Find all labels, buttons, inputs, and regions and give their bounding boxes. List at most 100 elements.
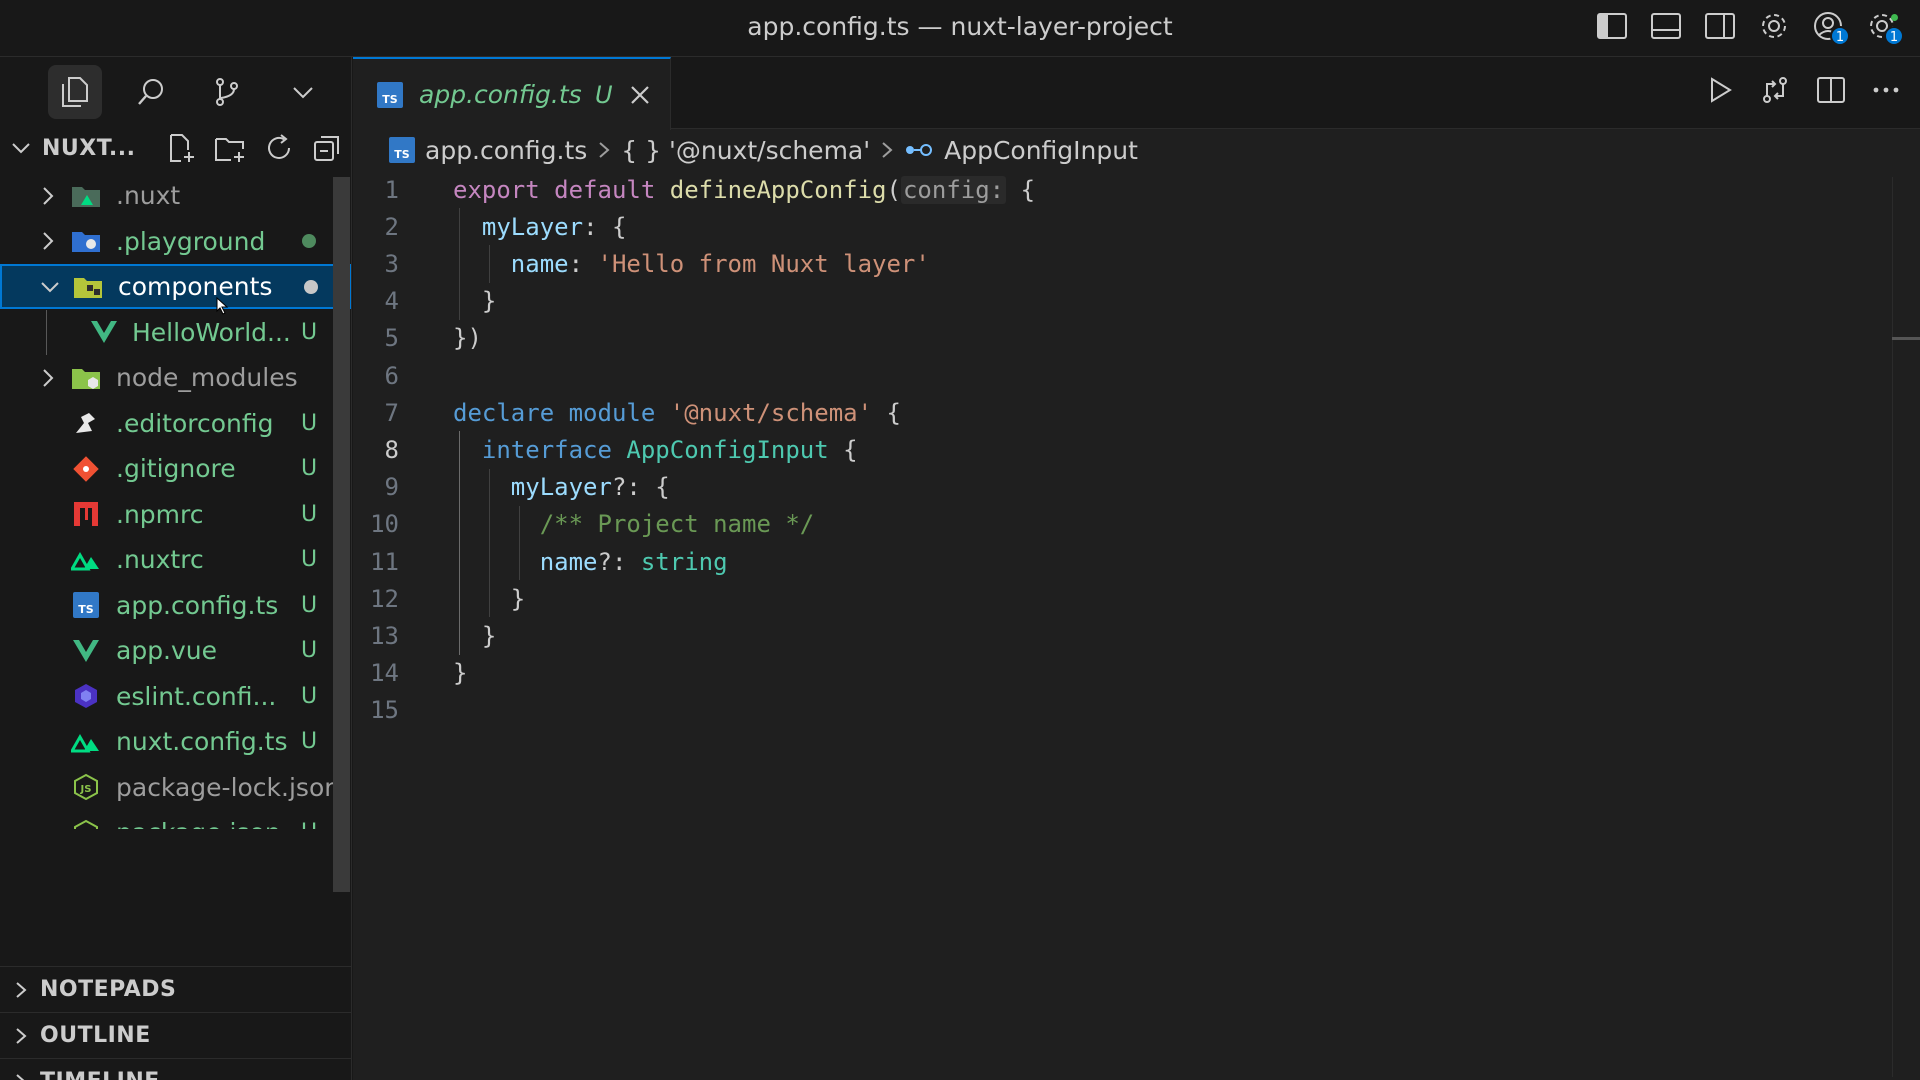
minimap[interactable] <box>1892 177 1920 1077</box>
tree-item-components[interactable]: components <box>0 264 351 315</box>
indent-guide <box>46 309 47 355</box>
code-line[interactable]: 13 } <box>353 617 1893 654</box>
section-notepads[interactable]: NOTEPADS <box>0 966 352 1012</box>
line-number: 9 <box>384 473 399 502</box>
nuxt-folder-icon <box>70 180 102 212</box>
chevron-down-icon[interactable] <box>10 137 32 159</box>
search-icon[interactable] <box>124 65 178 119</box>
tree-item-playground[interactable]: .playground <box>0 219 351 264</box>
new-folder-icon[interactable] <box>214 133 246 163</box>
tree-item-npmrc[interactable]: .npmrc U <box>0 492 351 537</box>
line-number: 1 <box>384 175 399 204</box>
new-file-icon[interactable] <box>166 133 196 163</box>
chevron-right-icon <box>16 1027 27 1044</box>
gear-icon[interactable] <box>1756 8 1792 44</box>
nuxt-icon <box>70 544 102 576</box>
tree-item-label: .npmrc <box>116 499 204 529</box>
close-icon[interactable] <box>626 81 654 109</box>
collapse-all-icon[interactable] <box>312 133 342 163</box>
svg-text:TS: TS <box>78 603 94 616</box>
line-number: 14 <box>370 659 399 688</box>
chevron-right-icon[interactable] <box>38 368 58 388</box>
chevron-right-icon[interactable] <box>38 186 58 206</box>
indent-guide <box>489 245 490 283</box>
code-text: export default defineAppConfig(config: { <box>453 175 1036 204</box>
chevron-right-icon <box>882 142 893 158</box>
nodejs-icon: JS <box>70 771 102 803</box>
tree-item-app-vue[interactable]: app.vue U <box>0 628 351 673</box>
interface-symbol-icon <box>906 144 933 156</box>
code-line[interactable]: 6 <box>353 357 1893 394</box>
split-editor-icon[interactable] <box>1816 76 1846 104</box>
breadcrumb-file[interactable]: app.config.ts <box>425 136 587 165</box>
chevron-down-icon[interactable] <box>40 277 60 297</box>
title-bar: app.config.ts — nuxt-layer-project 1 1 <box>0 0 1920 57</box>
code-text: myLayer?: { <box>510 473 670 502</box>
tree-item-helloworld[interactable]: HelloWorld... U <box>0 309 351 355</box>
chevron-down-icon[interactable] <box>276 65 330 119</box>
sidebar-scrollbar[interactable] <box>333 177 350 892</box>
code-line[interactable]: 10 /** Project name */ <box>353 506 1893 543</box>
line-number: 2 <box>384 212 399 241</box>
toggle-secondary-sidebar-icon[interactable] <box>1702 8 1738 44</box>
tree-item-editorconfig[interactable]: .editorconfig U <box>0 401 351 446</box>
explorer-icon[interactable] <box>48 65 102 119</box>
code-line[interactable]: 5}) <box>353 320 1893 357</box>
toggle-primary-sidebar-icon[interactable] <box>1594 8 1630 44</box>
section-timeline[interactable]: TIMELINE <box>0 1058 352 1080</box>
section-outline[interactable]: OUTLINE <box>0 1012 352 1058</box>
tree-item-eslint-confi[interactable]: eslint.confi... U <box>0 674 351 719</box>
compare-changes-icon[interactable] <box>1760 75 1790 105</box>
code-line[interactable]: 1 export default defineAppConfig(config: … <box>353 171 1893 208</box>
account-icon[interactable]: 1 <box>1810 8 1850 46</box>
tree-item-nuxtrc[interactable]: .nuxtrc U <box>0 537 351 582</box>
code-line[interactable]: 9 myLayer?: { <box>353 469 1893 506</box>
tree-item-nuxt-config-ts[interactable]: nuxt.config.ts U <box>0 719 351 764</box>
code-line[interactable]: 14} <box>353 655 1893 692</box>
line-number: 6 <box>384 361 399 390</box>
chevron-right-icon[interactable] <box>38 231 58 251</box>
tree-item-node-modules[interactable]: node_modules <box>0 355 351 400</box>
code-line[interactable]: 3 name: 'Hello from Nuxt layer' <box>353 245 1893 282</box>
eslint-icon <box>70 680 102 712</box>
code-line[interactable]: 7 declare module '@nuxt/schema' { <box>353 394 1893 431</box>
section-title: NOTEPADS <box>40 977 177 1002</box>
tree-item-label: eslint.confi... <box>116 681 277 711</box>
code-line[interactable]: 4 } <box>353 283 1893 320</box>
tree-item-package-lock-json[interactable]: JS package-lock.json <box>0 765 351 810</box>
line-number: 12 <box>370 584 399 613</box>
tree-item-label: app.vue <box>116 636 218 665</box>
components-folder-icon <box>72 271 104 303</box>
code-line[interactable]: 8 interface AppConfigInput { <box>353 431 1893 468</box>
tab-app-config[interactable]: TS app.config.ts U <box>353 57 671 130</box>
code-line[interactable]: 11 name?: string <box>353 543 1893 580</box>
tree-item-label: .editorconfig <box>116 408 274 438</box>
source-control-icon[interactable] <box>200 65 254 119</box>
tree-item-nuxt[interactable]: .nuxt <box>0 173 351 218</box>
npm-icon <box>70 498 102 530</box>
code-line[interactable]: 15 <box>353 692 1893 729</box>
toggle-panel-icon[interactable] <box>1648 8 1684 44</box>
git-status-untracked: U <box>301 729 318 754</box>
code-line[interactable]: 12 } <box>353 580 1893 617</box>
tree-item-gitignore[interactable]: .gitignore U <box>0 446 351 491</box>
tree-item-app-config-ts[interactable]: TS app.config.ts U <box>0 583 351 628</box>
tree-item-package-json[interactable]: JS package.json U <box>0 810 351 829</box>
line-number: 5 <box>384 324 399 353</box>
explorer-header[interactable]: NUXT... <box>0 127 351 169</box>
breadcrumb-module[interactable]: { } '@nuxt/schema' <box>621 136 870 165</box>
minimap-slider[interactable] <box>1892 337 1920 340</box>
more-actions-icon[interactable] <box>1872 86 1900 94</box>
tree-item-label: package.json <box>116 818 281 829</box>
run-icon[interactable] <box>1708 76 1734 104</box>
svg-text:TS: TS <box>382 93 398 106</box>
code-text: name: 'Hello from Nuxt layer' <box>510 249 930 278</box>
line-number: 10 <box>370 510 399 539</box>
node-folder-icon <box>70 362 102 394</box>
code-line[interactable]: 2 myLayer: { <box>353 208 1893 245</box>
tree-item-label: .nuxtrc <box>116 545 204 574</box>
refresh-icon[interactable] <box>264 133 294 163</box>
chevron-right-icon <box>599 142 610 158</box>
manage-settings-icon[interactable]: 1 <box>1864 8 1904 46</box>
breadcrumb-symbol[interactable]: AppConfigInput <box>944 136 1138 165</box>
